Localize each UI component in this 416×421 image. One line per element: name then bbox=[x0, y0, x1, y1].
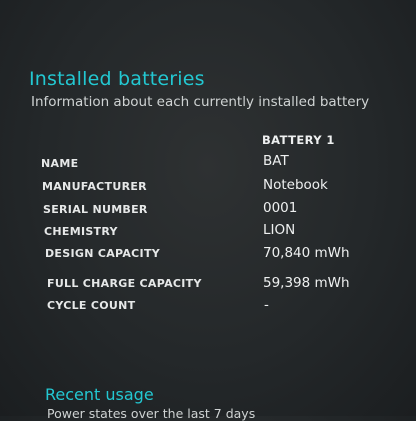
installed-batteries-title: Installed batteries bbox=[29, 68, 205, 90]
row-value-chemistry: LION bbox=[263, 222, 296, 238]
row-label-chemistry: CHEMISTRY bbox=[44, 225, 118, 238]
row-value-name: BAT bbox=[263, 153, 289, 169]
installed-batteries-subtitle: Information about each currently install… bbox=[31, 94, 370, 110]
row-value-cycle-count: - bbox=[264, 297, 269, 313]
row-label-design-capacity: DESIGN CAPACITY bbox=[45, 247, 161, 260]
row-label-serial-number: SERIAL NUMBER bbox=[43, 203, 148, 216]
row-value-design-capacity: 70,840 mWh bbox=[263, 245, 350, 261]
recent-usage-title: Recent usage bbox=[45, 385, 154, 404]
row-label-name: NAME bbox=[41, 157, 79, 170]
battery-1-column-header: BATTERY 1 bbox=[262, 133, 335, 147]
recent-usage-subtitle: Power states over the last 7 days bbox=[47, 406, 256, 421]
row-value-full-charge-capacity: 59,398 mWh bbox=[263, 275, 350, 291]
row-value-serial-number: 0001 bbox=[263, 200, 298, 216]
row-value-manufacturer: Notebook bbox=[263, 177, 328, 193]
row-label-cycle-count: CYCLE COUNT bbox=[47, 299, 136, 312]
row-label-manufacturer: MANUFACTURER bbox=[42, 180, 147, 193]
row-label-full-charge-capacity: FULL CHARGE CAPACITY bbox=[47, 277, 202, 290]
